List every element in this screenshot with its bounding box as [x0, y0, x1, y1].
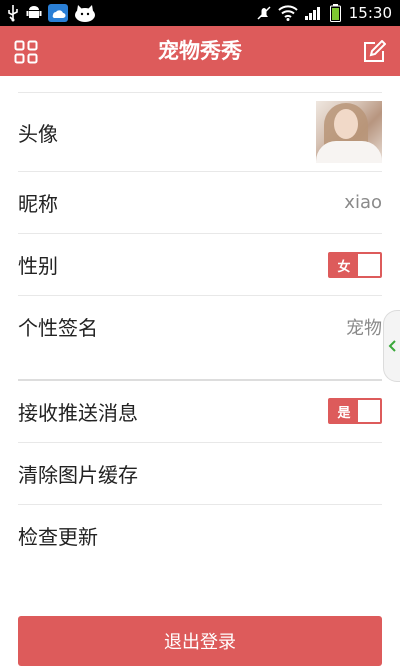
wifi-icon — [278, 5, 298, 21]
chevron-left-icon — [387, 338, 397, 357]
nickname-value: xiao — [344, 192, 382, 213]
check-update-label: 检查更新 — [18, 525, 98, 549]
logout-button[interactable]: 退出登录 — [18, 616, 382, 666]
signal-icon — [304, 5, 324, 21]
app-header: 宠物秀秀 — [0, 26, 400, 76]
status-bar: 15:30 — [0, 0, 400, 26]
section-divider — [18, 367, 382, 381]
signature-label: 个性签名 — [18, 316, 98, 340]
gender-toggle[interactable]: 女 — [328, 252, 382, 278]
battery-icon — [329, 4, 341, 22]
mute-icon — [256, 5, 272, 21]
gender-toggle-knob: 女 — [330, 254, 358, 276]
push-toggle[interactable]: 是 — [328, 398, 382, 424]
push-label: 接收推送消息 — [18, 401, 138, 425]
clear-cache-row[interactable]: 清除图片缓存 — [18, 443, 382, 505]
android-icon — [26, 4, 42, 22]
status-time: 15:30 — [348, 4, 392, 22]
side-drawer-handle[interactable] — [383, 310, 400, 382]
avatar-label: 头像 — [18, 121, 58, 146]
page-title: 宠物秀秀 — [158, 39, 242, 63]
cat-app-icon — [74, 4, 96, 22]
nickname-row[interactable]: 昵称 xiao — [18, 172, 382, 234]
avatar[interactable] — [316, 101, 382, 163]
signature-row[interactable]: 个性签名 宠物 — [18, 296, 382, 357]
clear-cache-label: 清除图片缓存 — [18, 463, 138, 487]
avatar-row[interactable]: 头像 — [18, 93, 382, 172]
push-row: 接收推送消息 是 — [18, 381, 382, 443]
nickname-label: 昵称 — [18, 192, 58, 216]
edit-icon[interactable] — [362, 39, 387, 64]
weather-app-icon — [48, 4, 68, 22]
usb-icon — [6, 4, 20, 22]
gender-label: 性别 — [18, 254, 58, 278]
signature-value: 宠物 — [346, 317, 382, 339]
gender-row: 性别 女 — [18, 234, 382, 296]
push-toggle-knob: 是 — [330, 400, 358, 422]
check-update-row[interactable]: 检查更新 — [18, 505, 382, 566]
